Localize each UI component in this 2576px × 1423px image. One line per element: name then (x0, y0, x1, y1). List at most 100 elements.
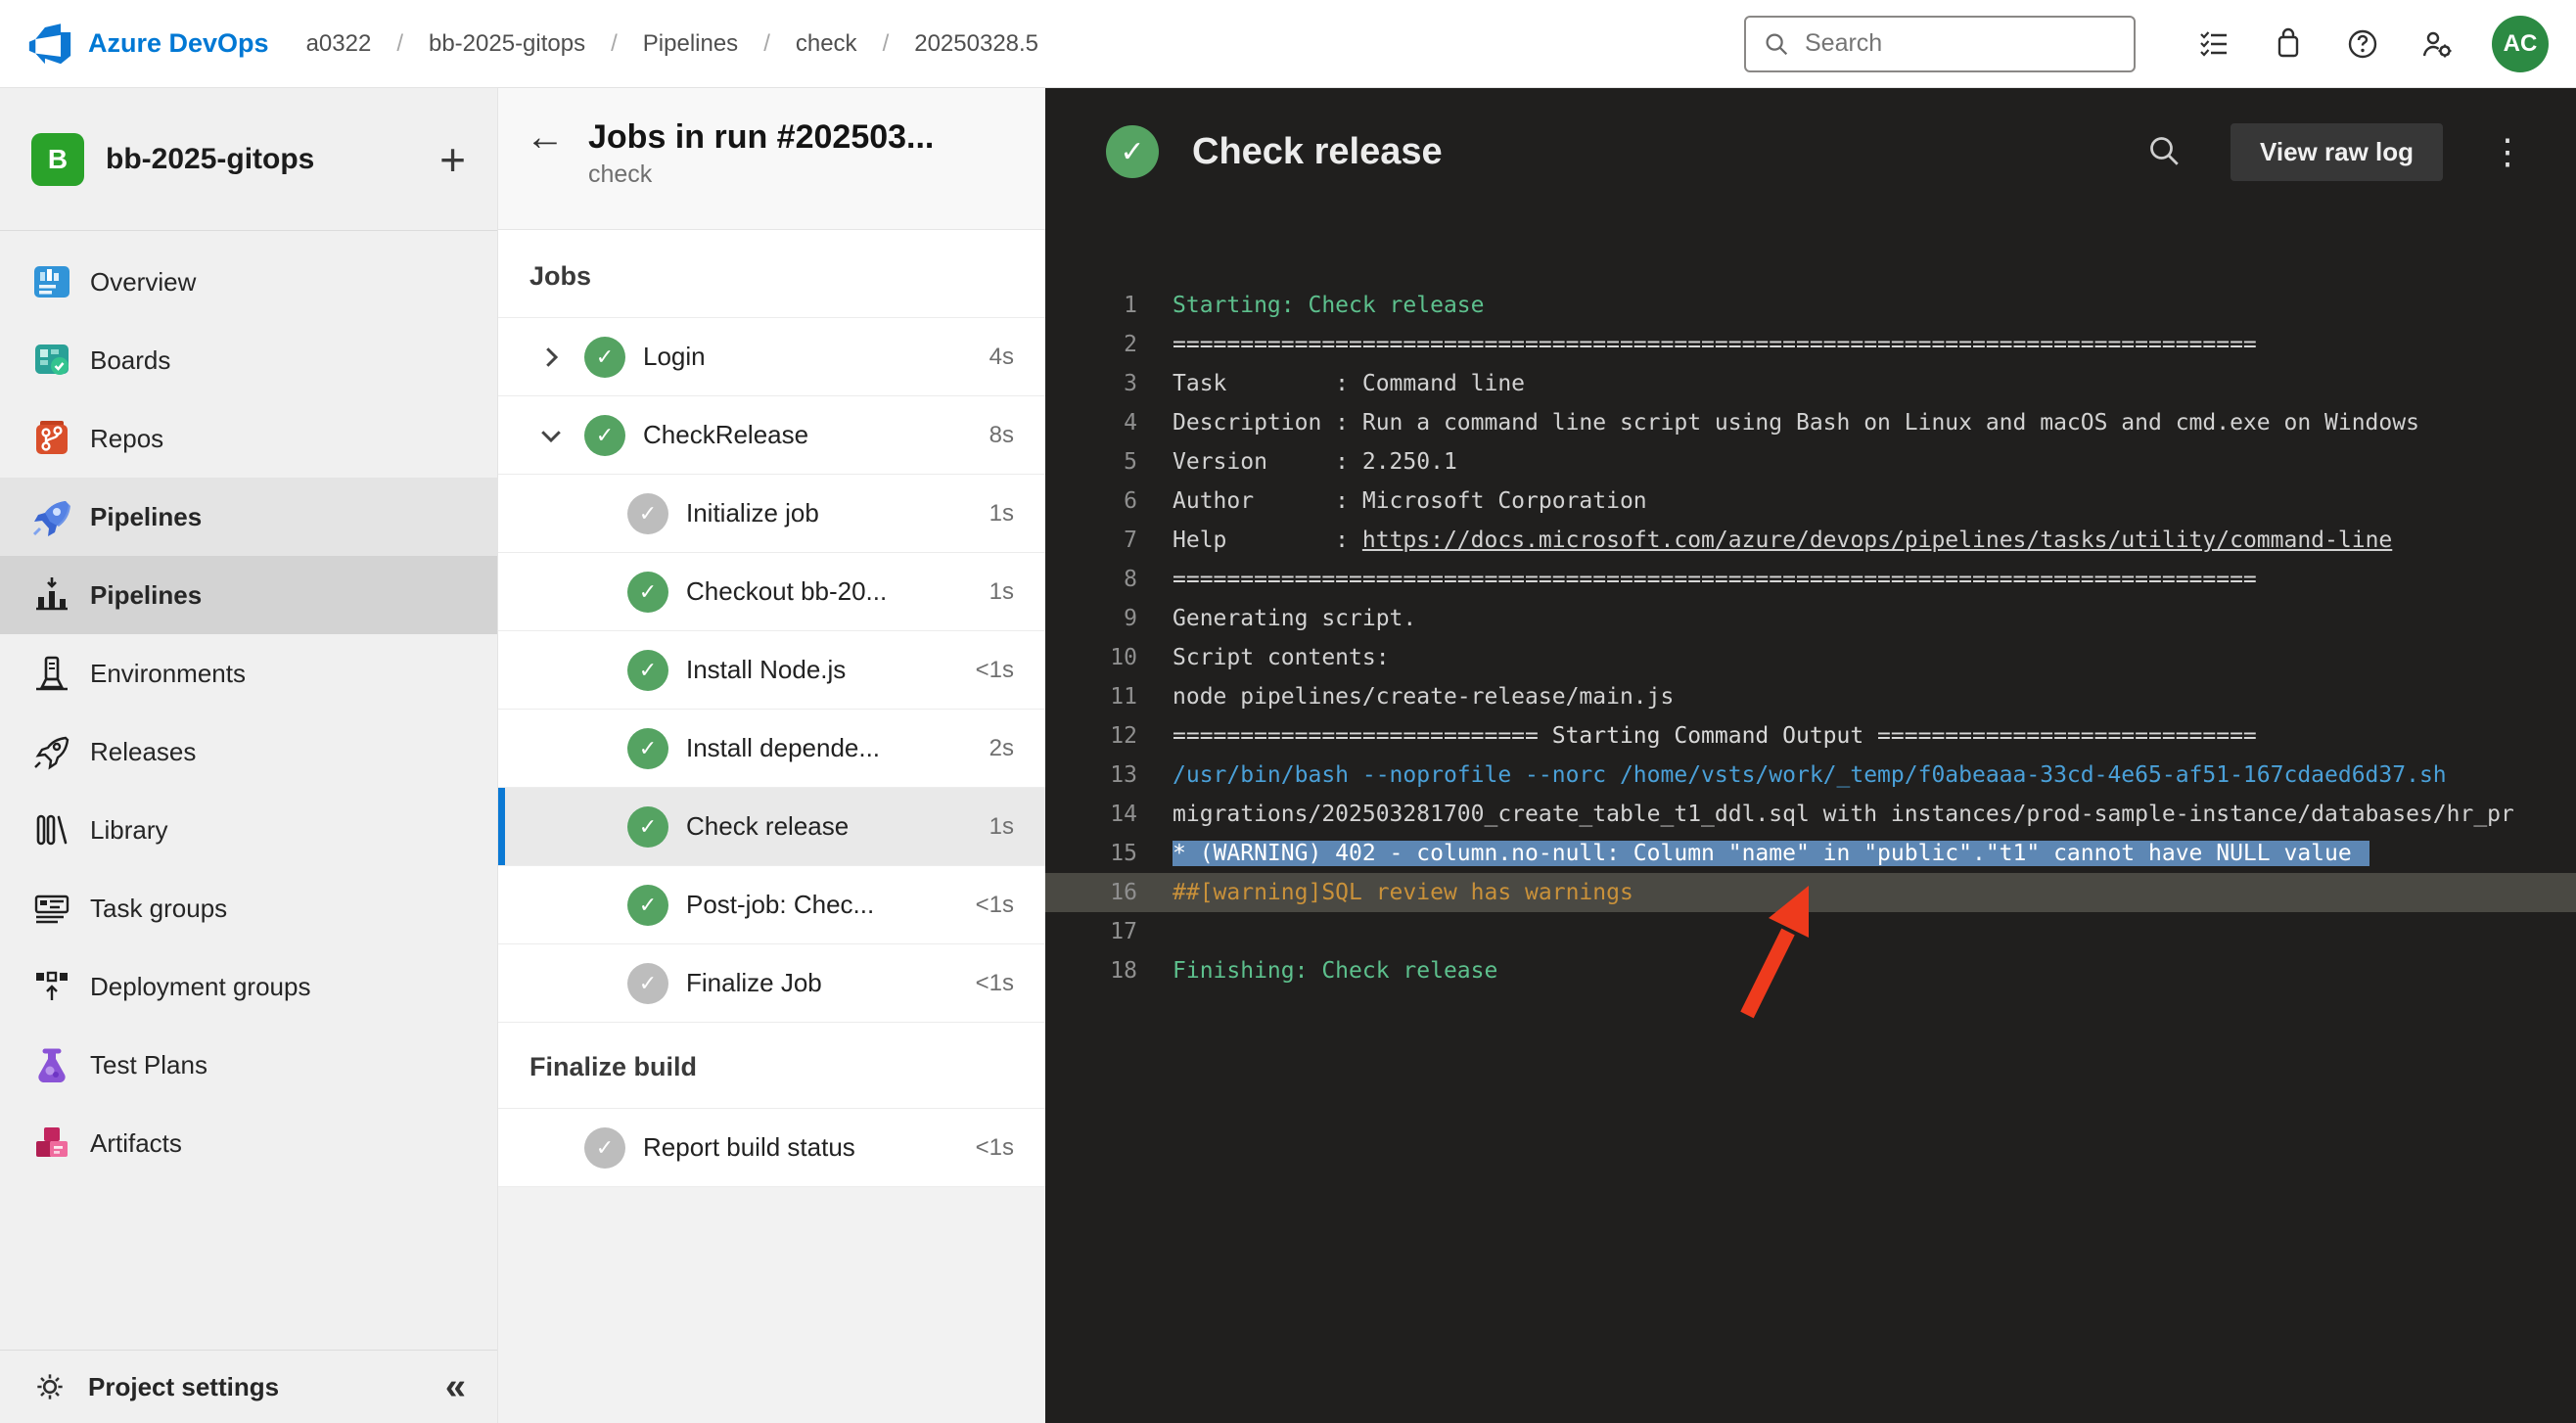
success-check-icon: ✓ (627, 885, 668, 926)
project-row[interactable]: B bb-2025-gitops + (0, 88, 497, 230)
breadcrumb-item[interactable]: 20250328.5 (914, 30, 1038, 58)
job-row-install-node-js[interactable]: ✓Install Node.js<1s (498, 630, 1045, 709)
jobs-section-label: Jobs (498, 230, 1045, 317)
job-duration: 1s (980, 578, 1014, 606)
job-row-initialize-job[interactable]: ✓Initialize job1s (498, 474, 1045, 552)
job-row-label: Login (643, 342, 706, 372)
success-check-icon: ✓ (627, 806, 668, 848)
job-row-report-build-status[interactable]: ✓Report build status<1s (498, 1108, 1045, 1186)
search-input[interactable] (1805, 29, 2118, 58)
job-duration: 1s (980, 813, 1014, 841)
breadcrumb-item[interactable]: bb-2025-gitops (429, 30, 585, 58)
log-panel: ✓ Check release View raw log ⋮ 1Starting… (1045, 88, 2576, 1423)
sidebar-item-label: Test Plans (90, 1050, 207, 1080)
log-line-text: ##[warning]SQL review has warnings (1173, 873, 2576, 912)
marketplace-icon[interactable] (2269, 24, 2308, 64)
jobs-panel: ← Jobs in run #202503... check Jobs ✓Log… (497, 88, 1045, 1423)
gear-icon (31, 1368, 69, 1405)
sidebar-item-environments[interactable]: Environments (0, 634, 497, 712)
job-row-finalize-job[interactable]: ✓Finalize Job<1s (498, 943, 1045, 1022)
job-row-label: Install depende... (686, 733, 880, 763)
job-row-checkout-bb-20[interactable]: ✓ Checkout bb-20... 1s (498, 552, 1045, 630)
pipelines-icon (29, 494, 74, 539)
log-search-icon[interactable] (2144, 131, 2185, 172)
sidebar-item-repos[interactable]: Repos (0, 399, 497, 478)
job-duration: 4s (980, 344, 1014, 371)
log-line-11: 11node pipelines/create-release/main.js (1045, 677, 2576, 716)
log-line-number: 2 (1075, 325, 1137, 364)
sidebar-item-label: Task groups (90, 894, 227, 924)
log-line-text: ========================================… (1173, 325, 2576, 364)
sidebar-item-label: Boards (90, 345, 170, 376)
user-settings-icon[interactable] (2417, 24, 2457, 64)
sidebar-item-overview[interactable]: Overview (0, 243, 497, 321)
selected-log-text: * (WARNING) 402 - column.no-null: Column… (1173, 841, 2369, 866)
jobs-panel-subtitle: check (588, 161, 1020, 189)
sidebar-item-pipelines-hub[interactable]: Pipelines (0, 556, 497, 634)
job-row-install-depende[interactable]: ✓Install depende...2s (498, 709, 1045, 787)
job-row-label: Finalize Job (686, 968, 822, 998)
log-line-number: 5 (1075, 442, 1137, 482)
job-duration: <1s (966, 657, 1014, 684)
log-line-13: 13/usr/bin/bash --noprofile --norc /home… (1045, 756, 2576, 795)
project-settings-button[interactable]: Project settings « (0, 1351, 497, 1423)
sidebar-item-pipelines[interactable]: Pipelines (0, 478, 497, 556)
more-options-icon[interactable]: ⋮ (2486, 134, 2529, 169)
breadcrumb-item[interactable]: Pipelines (643, 30, 738, 58)
sidebar-item-library[interactable]: Library (0, 791, 497, 869)
chevron-right-icon[interactable] (533, 340, 569, 375)
sidebar-item-task-groups[interactable]: Task groups (0, 869, 497, 947)
job-row-check-release[interactable]: ✓Check release1s (498, 787, 1045, 865)
breadcrumb: a0322/bb-2025-gitops/Pipelines/check/202… (306, 30, 1038, 58)
back-arrow-icon[interactable]: ← (526, 117, 565, 157)
collapse-sidebar-icon[interactable]: « (445, 1366, 466, 1408)
brand[interactable]: Azure DevOps (27, 22, 269, 67)
sidebar-item-boards[interactable]: Boards (0, 321, 497, 399)
skipped-check-icon: ✓ (584, 1127, 625, 1169)
sidebar-footer: Project settings « (0, 1350, 497, 1423)
success-check-icon: ✓ (627, 572, 668, 613)
breadcrumb-item[interactable]: check (796, 30, 857, 58)
chevron-down-icon[interactable] (533, 418, 569, 453)
success-check-icon: ✓ (1106, 125, 1159, 178)
job-rows: ✓Login4s✓CheckRelease8s✓Initialize job1s… (498, 317, 1045, 1022)
avatar[interactable]: AC (2492, 16, 2549, 72)
breadcrumb-item[interactable]: a0322 (306, 30, 372, 58)
log-line-number: 7 (1075, 521, 1137, 560)
view-raw-log-button[interactable]: View raw log (2231, 123, 2443, 181)
job-row-label: Initialize job (686, 498, 819, 528)
topbar-right: AC (1744, 16, 2549, 72)
log-line-text: Starting: Check release (1173, 286, 2576, 325)
breadcrumb-separator: / (611, 30, 618, 58)
help-icon[interactable] (2343, 24, 2382, 64)
job-row-label: Post-job: Chec... (686, 890, 874, 920)
job-row-login[interactable]: ✓Login4s (498, 317, 1045, 395)
environments-icon (29, 651, 74, 696)
job-row-label: Checkout bb-20... (686, 576, 887, 607)
log-body[interactable]: 1Starting: Check release2===============… (1045, 215, 2576, 1423)
add-project-icon[interactable]: + (439, 137, 466, 182)
job-row-label: CheckRelease (643, 420, 808, 450)
sidebar-item-deployment-groups[interactable]: Deployment groups (0, 947, 497, 1026)
job-row-checkrelease[interactable]: ✓CheckRelease8s (498, 395, 1045, 474)
sidebar-nav: OverviewBoardsReposPipelinesPipelinesEnv… (0, 231, 497, 1182)
breadcrumb-separator: / (396, 30, 403, 58)
sidebar-item-test-plans[interactable]: Test Plans (0, 1026, 497, 1104)
finalize-job-rows: ✓Report build status<1s (498, 1108, 1045, 1186)
sidebar-item-artifacts[interactable]: Artifacts (0, 1104, 497, 1182)
success-check-icon: ✓ (584, 415, 625, 456)
sidebar-item-label: Overview (90, 267, 196, 298)
job-duration: <1s (966, 892, 1014, 919)
help-link[interactable]: https://docs.microsoft.com/azure/devops/… (1362, 528, 2392, 553)
log-line-number: 18 (1075, 951, 1137, 990)
log-line-number: 6 (1075, 482, 1137, 521)
log-line-number: 16 (1075, 873, 1137, 912)
sidebar: B bb-2025-gitops + OverviewBoardsReposPi… (0, 88, 497, 1423)
log-line-number: 8 (1075, 560, 1137, 599)
log-line-text: Generating script. (1173, 599, 2576, 638)
log-header: ✓ Check release View raw log ⋮ (1045, 88, 2576, 215)
job-row-post-job-chec[interactable]: ✓ Post-job: Chec... <1s (498, 865, 1045, 943)
tasklist-icon[interactable] (2194, 24, 2233, 64)
search-box[interactable] (1744, 16, 2136, 72)
sidebar-item-releases[interactable]: Releases (0, 712, 497, 791)
